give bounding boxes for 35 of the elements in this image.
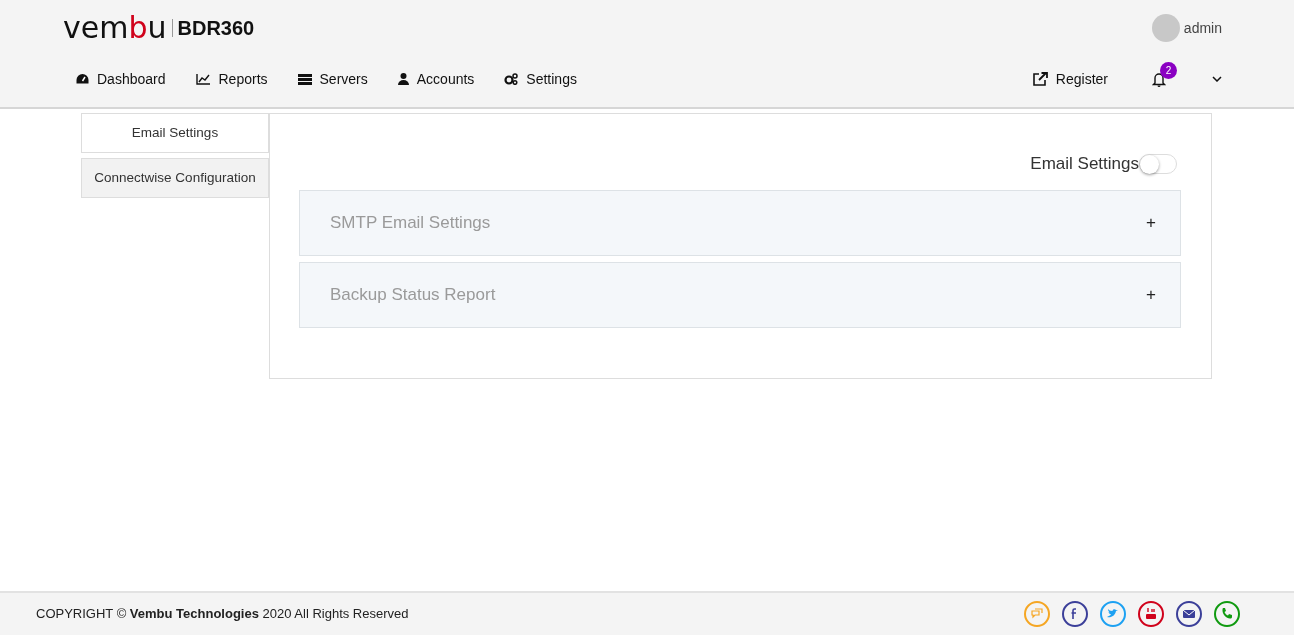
toggle-label: Email Settings xyxy=(1030,153,1139,175)
sidebar-tab[interactable]: Connectwise Configuration xyxy=(81,158,269,198)
nav-link[interactable]: Settings xyxy=(504,68,577,90)
product-name: BDR360 xyxy=(171,19,255,37)
register-link[interactable]: Register xyxy=(1032,68,1108,90)
nav-link[interactable]: Reports xyxy=(195,68,268,90)
section-title: SMTP Email Settings xyxy=(330,211,491,234)
external-link-icon xyxy=(1032,72,1048,86)
accordion-header[interactable]: Backup Status Report + xyxy=(299,261,1181,328)
sidebar-tab[interactable]: Email Settings xyxy=(81,113,269,153)
gears-icon xyxy=(504,73,519,85)
nav-link[interactable]: Dashboard xyxy=(76,68,166,90)
logo-wordmark: vem xyxy=(63,10,129,45)
chevron-down-icon[interactable] xyxy=(1212,76,1222,82)
bell-icon[interactable] xyxy=(1152,71,1166,87)
line-chart-icon xyxy=(195,73,211,85)
nav-link[interactable]: Servers xyxy=(297,68,368,90)
facebook-icon[interactable] xyxy=(1062,601,1088,627)
phone-icon[interactable] xyxy=(1214,601,1240,627)
expand-icon[interactable]: + xyxy=(1146,281,1156,308)
mail-icon[interactable] xyxy=(1176,601,1202,627)
server-icon xyxy=(297,73,312,85)
user-icon xyxy=(397,73,409,85)
twitter-icon[interactable] xyxy=(1100,601,1126,627)
notification-badge: 2 xyxy=(1160,61,1177,79)
expand-icon[interactable]: + xyxy=(1146,209,1156,236)
logo-wordmark: u xyxy=(147,10,167,45)
user-name[interactable]: admin xyxy=(1183,17,1222,39)
section-title: Backup Status Report xyxy=(330,283,496,306)
toggle-switch[interactable] xyxy=(1139,153,1177,174)
copyright-text: COPYRIGHT © Vembu Technologies 2020 All Rights Reserved xyxy=(36,605,409,624)
logo-wordmark: b xyxy=(128,10,148,45)
accordion-header[interactable]: SMTP Email Settings + xyxy=(299,189,1181,256)
nav-link[interactable]: Accounts xyxy=(397,68,475,90)
speedometer-icon xyxy=(76,73,89,85)
